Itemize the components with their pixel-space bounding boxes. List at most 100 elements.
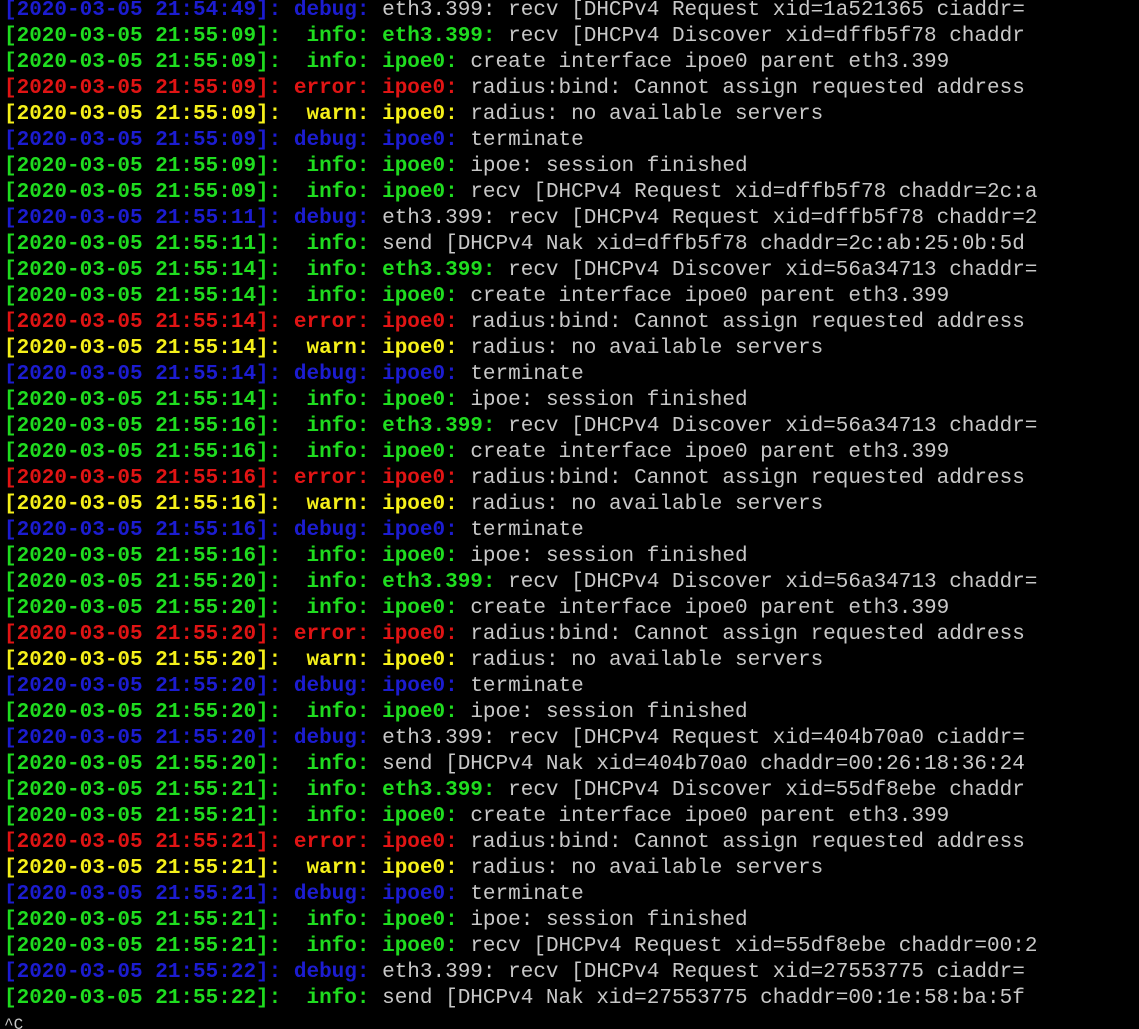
log-interface: ipoe0:: [382, 441, 458, 464]
log-message: recv [DHCPv4 Discover xid=dffb5f78 chadd…: [508, 25, 1025, 48]
log-message: create interface ipoe0 parent eth3.399: [470, 597, 950, 620]
log-message: send [DHCPv4 Nak xid=dffb5f78 chaddr=2c:…: [382, 233, 1025, 256]
log-timestamp: [2020-03-05 21:55:11]:: [4, 233, 282, 256]
log-level: info:: [293, 415, 370, 438]
log-line: [2020-03-05 21:55:16]: info: eth3.399: r…: [4, 414, 1139, 440]
log-timestamp: [2020-03-05 21:55:16]:: [4, 493, 282, 516]
log-line: [2020-03-05 21:55:16]: warn: ipoe0: radi…: [4, 492, 1139, 518]
log-timestamp: [2020-03-05 21:55:09]:: [4, 51, 282, 74]
log-timestamp: [2020-03-05 21:55:21]:: [4, 831, 282, 854]
terminal-output[interactable]: [2020-03-05 21:54:49]: debug: eth3.399: …: [4, 0, 1139, 1029]
log-level: info:: [293, 51, 370, 74]
log-level: info:: [293, 987, 370, 1010]
log-message: radius:bind: Cannot assign requested add…: [470, 311, 1025, 334]
log-level: info:: [293, 389, 370, 412]
log-interface: eth3.399:: [382, 779, 496, 802]
log-message: radius:bind: Cannot assign requested add…: [470, 77, 1025, 100]
log-timestamp: [2020-03-05 21:55:22]:: [4, 961, 282, 984]
log-interface: ipoe0:: [382, 545, 458, 568]
log-line: [2020-03-05 21:55:22]: debug: eth3.399: …: [4, 960, 1139, 986]
log-interface: ipoe0:: [382, 103, 458, 126]
log-line: [2020-03-05 21:55:09]: info: ipoe0: crea…: [4, 50, 1139, 76]
log-level: error:: [293, 831, 370, 854]
log-line: [2020-03-05 21:55:16]: debug: ipoe0: ter…: [4, 518, 1139, 544]
log-message: radius: no available servers: [470, 493, 824, 516]
log-level: warn:: [293, 337, 370, 360]
log-interface: ipoe0:: [382, 519, 458, 542]
log-interface: ipoe0:: [382, 467, 458, 490]
log-timestamp: [2020-03-05 21:55:14]:: [4, 311, 282, 334]
log-message: ipoe: session finished: [470, 701, 748, 724]
log-interface: eth3.399:: [382, 259, 496, 282]
log-level: info:: [293, 181, 370, 204]
log-interface: ipoe0:: [382, 883, 458, 906]
log-line: [2020-03-05 21:55:20]: info: ipoe0: ipoe…: [4, 700, 1139, 726]
log-line: [2020-03-05 21:55:20]: warn: ipoe0: radi…: [4, 648, 1139, 674]
log-interface: ipoe0:: [382, 181, 458, 204]
log-line: [2020-03-05 21:55:09]: error: ipoe0: rad…: [4, 76, 1139, 102]
log-interface: ipoe0:: [382, 597, 458, 620]
log-line: [2020-03-05 21:55:09]: info: eth3.399: r…: [4, 24, 1139, 50]
log-message: ipoe: session finished: [470, 909, 748, 932]
log-interface: ipoe0:: [382, 155, 458, 178]
log-timestamp: [2020-03-05 21:55:09]:: [4, 25, 282, 48]
log-message: terminate: [470, 883, 584, 906]
log-level: info:: [293, 571, 370, 594]
log-level: error:: [293, 623, 370, 646]
log-message: create interface ipoe0 parent eth3.399: [470, 285, 950, 308]
log-message: ipoe: session finished: [470, 155, 748, 178]
log-level: debug:: [293, 207, 370, 230]
log-interface: ipoe0:: [382, 285, 458, 308]
log-level: debug:: [293, 519, 370, 542]
log-level: info:: [293, 935, 370, 958]
log-timestamp: [2020-03-05 21:55:09]:: [4, 77, 282, 100]
log-line: [2020-03-05 21:55:20]: debug: eth3.399: …: [4, 726, 1139, 752]
log-interface: ipoe0:: [382, 129, 458, 152]
log-level: info:: [293, 597, 370, 620]
log-interface: eth3.399:: [382, 571, 496, 594]
log-interface: ipoe0:: [382, 701, 458, 724]
log-interface: ipoe0:: [382, 337, 458, 360]
log-level: info:: [293, 753, 370, 776]
log-message: ipoe: session finished: [470, 545, 748, 568]
log-timestamp: [2020-03-05 21:55:11]:: [4, 207, 282, 230]
log-message: ipoe: session finished: [470, 389, 748, 412]
log-level: info:: [293, 233, 370, 256]
log-message: recv [DHCPv4 Discover xid=56a34713 chadd…: [508, 415, 1038, 438]
log-line: [2020-03-05 21:55:09]: info: ipoe0: ipoe…: [4, 154, 1139, 180]
log-level: info:: [293, 805, 370, 828]
log-line: [2020-03-05 21:55:14]: info: ipoe0: crea…: [4, 284, 1139, 310]
log-interface: ipoe0:: [382, 831, 458, 854]
log-timestamp: [2020-03-05 21:54:49]:: [4, 0, 282, 22]
shell-prompt[interactable]: ^C: [4, 1012, 1139, 1029]
log-timestamp: [2020-03-05 21:55:21]:: [4, 909, 282, 932]
log-timestamp: [2020-03-05 21:55:20]:: [4, 753, 282, 776]
log-timestamp: [2020-03-05 21:55:21]:: [4, 779, 282, 802]
log-message: terminate: [470, 129, 584, 152]
log-message: recv [DHCPv4 Discover xid=56a34713 chadd…: [508, 259, 1038, 282]
log-message: radius:bind: Cannot assign requested add…: [470, 831, 1025, 854]
log-line: [2020-03-05 21:55:09]: warn: ipoe0: radi…: [4, 102, 1139, 128]
log-interface: ipoe0:: [382, 805, 458, 828]
log-line: [2020-03-05 21:55:16]: error: ipoe0: rad…: [4, 466, 1139, 492]
log-message: recv [DHCPv4 Discover xid=55df8ebe chadd…: [508, 779, 1025, 802]
log-level: info:: [293, 155, 370, 178]
log-interface: eth3.399:: [382, 25, 496, 48]
log-line: [2020-03-05 21:55:21]: warn: ipoe0: radi…: [4, 856, 1139, 882]
log-level: info:: [293, 259, 370, 282]
log-timestamp: [2020-03-05 21:55:09]:: [4, 181, 282, 204]
log-line: [2020-03-05 21:55:16]: info: ipoe0: crea…: [4, 440, 1139, 466]
log-line: [2020-03-05 21:55:21]: error: ipoe0: rad…: [4, 830, 1139, 856]
log-level: error:: [293, 311, 370, 334]
log-message: create interface ipoe0 parent eth3.399: [470, 805, 950, 828]
log-timestamp: [2020-03-05 21:55:20]:: [4, 701, 282, 724]
log-line: [2020-03-05 21:55:20]: debug: ipoe0: ter…: [4, 674, 1139, 700]
log-message: create interface ipoe0 parent eth3.399: [470, 441, 950, 464]
log-timestamp: [2020-03-05 21:55:14]:: [4, 337, 282, 360]
log-level: error:: [293, 467, 370, 490]
log-level: debug:: [293, 129, 370, 152]
log-timestamp: [2020-03-05 21:55:20]:: [4, 675, 282, 698]
log-level: warn:: [293, 857, 370, 880]
log-level: info:: [293, 25, 370, 48]
log-interface: ipoe0:: [382, 909, 458, 932]
